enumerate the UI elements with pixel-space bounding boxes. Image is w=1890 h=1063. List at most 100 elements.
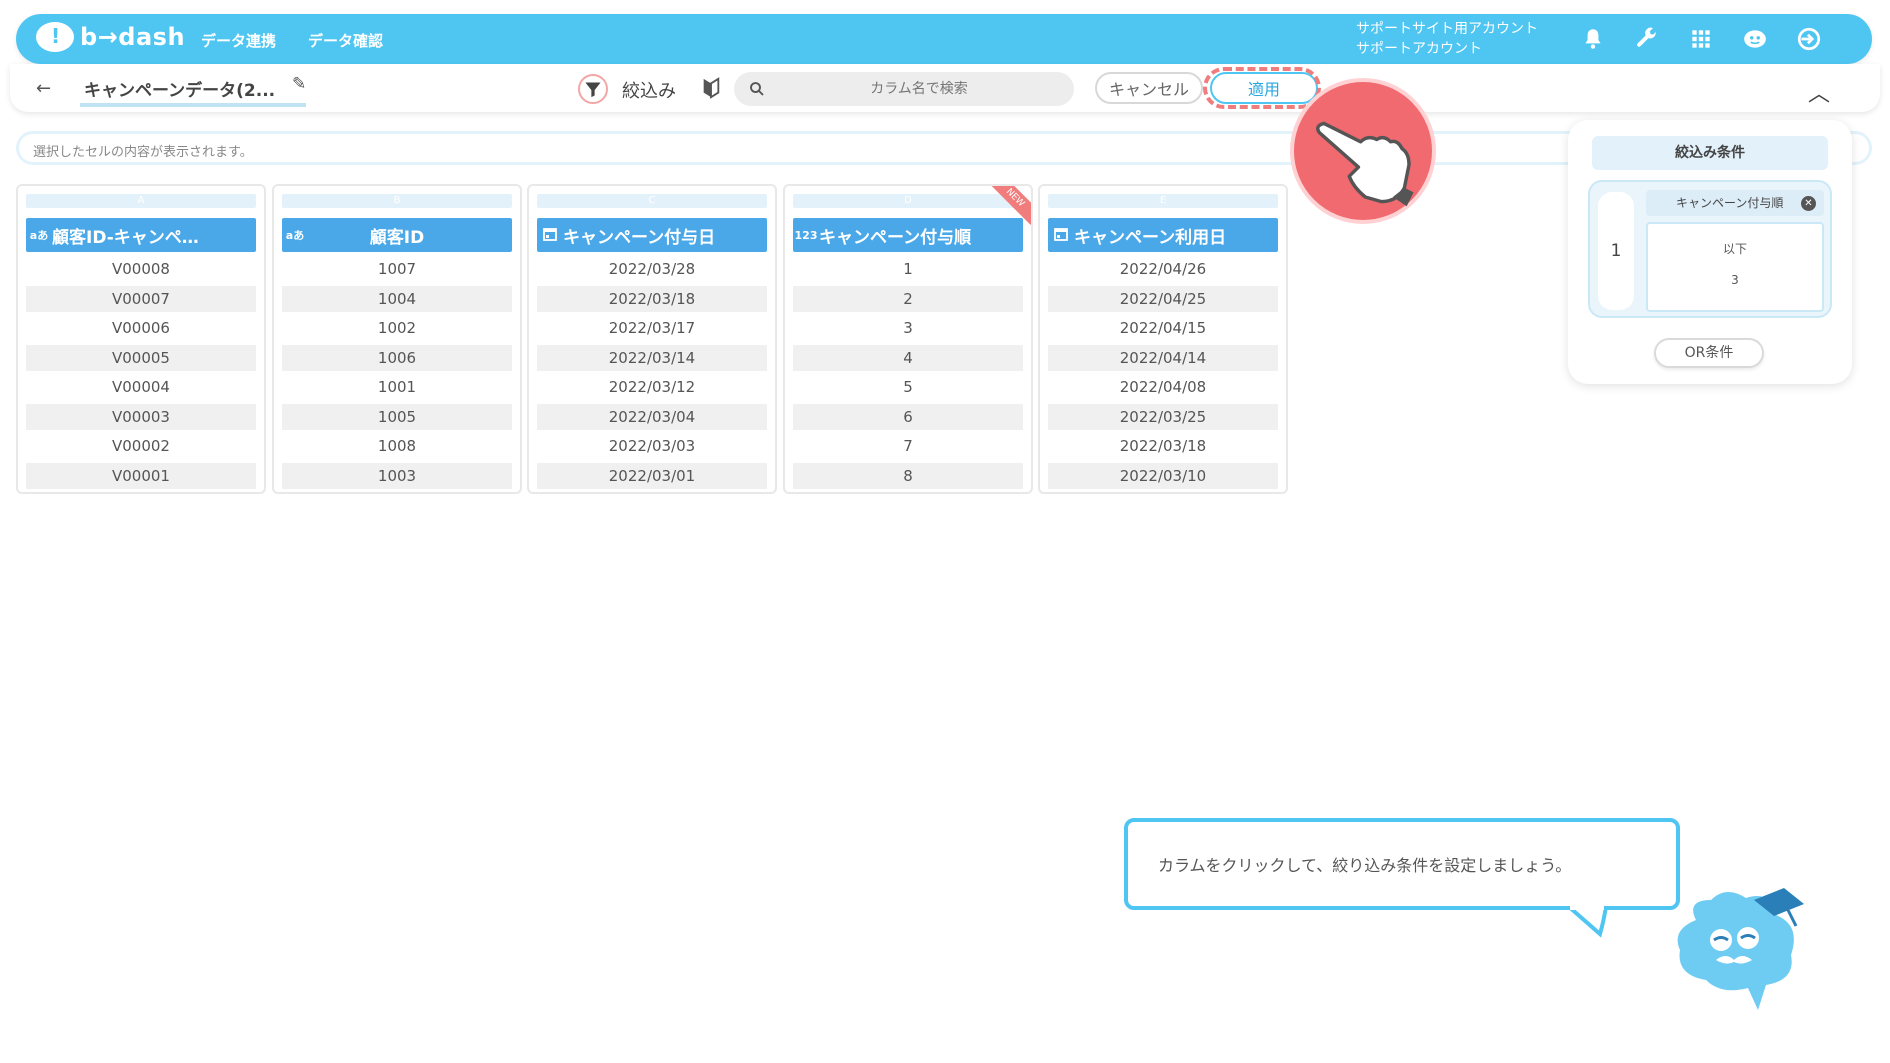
table-cell[interactable]: 2022/04/26	[1048, 256, 1278, 282]
table-cell[interactable]: 1005	[282, 403, 512, 430]
table-cell[interactable]: 4	[793, 344, 1023, 371]
column-header-label: キャンペーン付与日	[563, 227, 716, 248]
collapse-chevron-icon[interactable]: ︿	[1808, 76, 1830, 108]
column-cells: 2022/04/26 2022/04/25 2022/04/15 2022/04/14…	[1048, 256, 1278, 492]
table-cell[interactable]: 2022/03/18	[1048, 433, 1278, 459]
account-info[interactable]: サポートサイト用アカウント サポートアカウント	[1356, 19, 1538, 59]
account-name: サポートアカウント	[1356, 41, 1482, 57]
nav-data-link[interactable]: データ連携	[201, 30, 276, 51]
bubble-tail	[1566, 906, 1608, 938]
column-header[interactable]: キャンペーン付与日	[537, 218, 767, 252]
back-arrow-icon[interactable]: ←	[36, 78, 51, 99]
table-cell[interactable]: 2022/04/08	[1048, 374, 1278, 400]
column-cells: 1007 1004 1002 1006 1001 1005 1008 1003	[282, 256, 512, 492]
table-cell[interactable]: V00004	[26, 374, 256, 400]
table-cell[interactable]: 2022/03/10	[1048, 462, 1278, 489]
table-cell[interactable]: V00007	[26, 285, 256, 312]
condition-number: 1	[1598, 192, 1634, 310]
table-cell[interactable]: 1	[793, 256, 1023, 282]
column-e: E キャンペーン利用日 2022/04/26 2022/04/25 2022/04/15…	[1038, 184, 1288, 494]
edit-title-pencil-icon[interactable]: ✎	[292, 74, 306, 94]
column-header[interactable]: aあ 顧客ID-キャンペ…	[26, 218, 256, 252]
table-cell[interactable]: V00003	[26, 403, 256, 430]
column-cells: 2022/03/28 2022/03/18 2022/03/17 2022/03/14…	[537, 256, 767, 492]
panel-title: 絞込み条件	[1592, 136, 1828, 170]
column-header[interactable]: 123 キャンペーン付与順	[793, 218, 1023, 252]
column-header-label: キャンペーン付与順	[819, 227, 972, 248]
table-cell[interactable]: V00001	[26, 462, 256, 489]
column-header-label: 顧客ID-キャンペ…	[52, 227, 199, 248]
filter-conditions-panel: 絞込み条件 1 キャンペーン付与順 ✕ 以下 3 OR条件	[1568, 120, 1852, 384]
table-cell[interactable]: V00005	[26, 344, 256, 371]
chat-bot-icon[interactable]	[1740, 26, 1770, 52]
table-cell[interactable]: 1007	[282, 256, 512, 282]
condition-value-box[interactable]: 以下 3	[1646, 222, 1824, 312]
bell-icon[interactable]	[1578, 26, 1608, 52]
logo-text: b→dash	[80, 23, 186, 51]
grid-icon[interactable]	[1686, 26, 1716, 52]
table-cell[interactable]: 2022/03/28	[537, 256, 767, 282]
remove-condition-close-icon[interactable]: ✕	[1801, 196, 1816, 211]
table-cell[interactable]: 1003	[282, 462, 512, 489]
table-cell[interactable]: 5	[793, 374, 1023, 400]
column-header[interactable]: キャンペーン利用日	[1048, 218, 1278, 252]
number-type-icon: 123	[794, 228, 818, 242]
condition-group: 1 キャンペーン付与順 ✕ 以下 3	[1588, 180, 1832, 318]
column-header-label: 顧客ID	[369, 227, 425, 248]
table-cell[interactable]: 2022/03/12	[537, 374, 767, 400]
tutorial-pointer	[1290, 78, 1436, 224]
sheet-toolbar: ← キャンペーンデータ(2... ✎ 絞込み キャンセル 適用 ︿	[10, 64, 1880, 112]
text-type-icon: aあ	[29, 229, 49, 242]
table-cell[interactable]: 2022/03/17	[537, 315, 767, 341]
logout-icon[interactable]	[1794, 26, 1824, 52]
logo-bubble-icon	[36, 22, 74, 52]
table-cell[interactable]: V00008	[26, 256, 256, 282]
sheet-title[interactable]: キャンペーンデータ(2...	[80, 76, 306, 107]
wrench-icon[interactable]	[1632, 26, 1662, 52]
table-cell[interactable]: 3	[793, 315, 1023, 341]
table-cell[interactable]: V00006	[26, 315, 256, 341]
table-cell[interactable]: 2022/03/01	[537, 462, 767, 489]
column-letter: E	[1048, 194, 1278, 208]
column-letter: A	[26, 194, 256, 208]
bdash-logo[interactable]: b→dash	[36, 22, 185, 52]
table-cell[interactable]: 2022/04/25	[1048, 285, 1278, 312]
mascot-character-icon	[1677, 888, 1804, 1010]
table-cell[interactable]: 2022/04/15	[1048, 315, 1278, 341]
table-cell[interactable]: 2	[793, 285, 1023, 312]
table-cell[interactable]: 2022/03/03	[537, 433, 767, 459]
cancel-button[interactable]: キャンセル	[1095, 72, 1203, 104]
table-cell[interactable]: 1002	[282, 315, 512, 341]
text-type-icon: aあ	[285, 229, 305, 242]
column-c: C キャンペーン付与日 2022/03/28 2022/03/18 2022/03/17…	[527, 184, 777, 494]
condition-operator[interactable]: 以下	[1648, 240, 1822, 257]
table-cell[interactable]: 1001	[282, 374, 512, 400]
table-cell[interactable]: 1004	[282, 285, 512, 312]
table-cell[interactable]: 6	[793, 403, 1023, 430]
column-search[interactable]	[734, 72, 1074, 106]
table-cell[interactable]: 2022/04/14	[1048, 344, 1278, 371]
top-navigation-bar: b→dash データ連携 データ確認 サポートサイト用アカウント サポートアカウ…	[16, 14, 1872, 64]
table-cell[interactable]: 7	[793, 433, 1023, 459]
table-cell[interactable]: V00002	[26, 433, 256, 459]
table-cell[interactable]: 8	[793, 462, 1023, 489]
condition-column-chip[interactable]: キャンペーン付与順 ✕	[1646, 190, 1824, 216]
tutorial-speech-bubble: カラムをクリックして、絞り込み条件を設定しましょう。	[1124, 818, 1680, 938]
table-cell[interactable]: 2022/03/04	[537, 403, 767, 430]
column-letter: C	[537, 194, 767, 208]
nav-data-check[interactable]: データ確認	[308, 30, 383, 51]
account-site-label: サポートサイト用アカウント	[1356, 21, 1538, 37]
table-cell[interactable]: 2022/03/25	[1048, 403, 1278, 430]
table-cell[interactable]: 1008	[282, 433, 512, 459]
or-condition-button[interactable]: OR条件	[1654, 338, 1764, 368]
table-cell[interactable]: 2022/03/18	[537, 285, 767, 312]
search-icon	[750, 82, 764, 96]
condition-value[interactable]: 3	[1648, 273, 1822, 287]
table-cell[interactable]: 2022/03/14	[537, 344, 767, 371]
filter-funnel-icon[interactable]	[578, 74, 608, 104]
beginner-mark-icon[interactable]	[700, 76, 722, 100]
column-header[interactable]: aあ 顧客ID	[282, 218, 512, 252]
column-search-input[interactable]	[774, 78, 1064, 100]
table-cell[interactable]: 1006	[282, 344, 512, 371]
cell-content-placeholder: 選択したセルの内容が表示されます。	[33, 145, 253, 160]
